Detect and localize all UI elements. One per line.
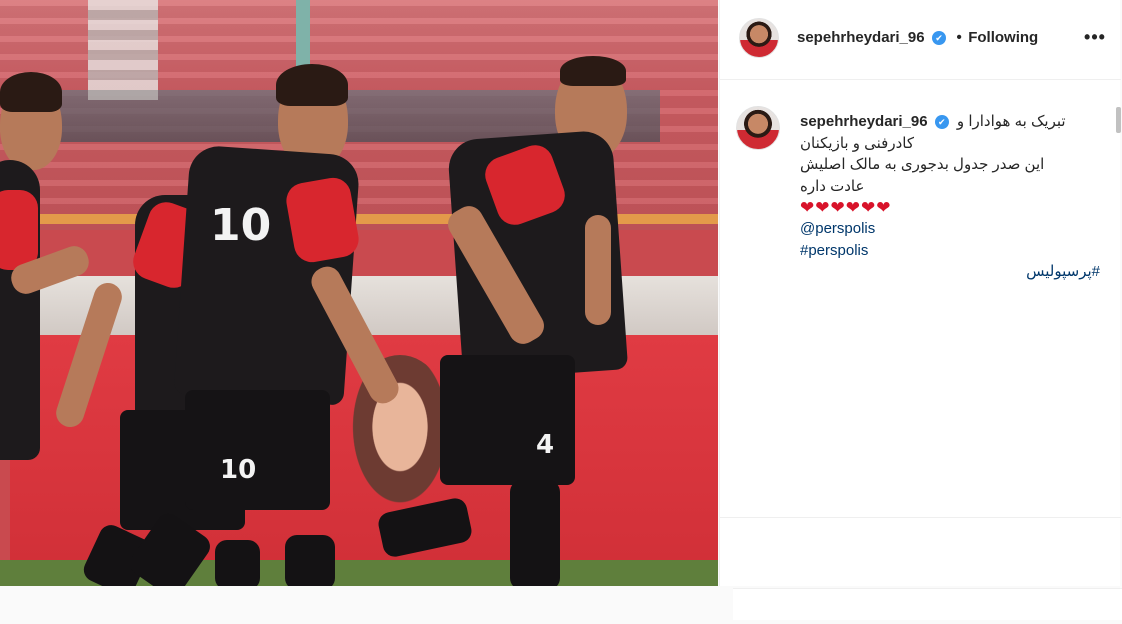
shorts-number: 10 [220,455,257,485]
caption-text-line1: تبریک به هوادارا و [956,113,1066,130]
more-options-icon[interactable]: ••• [1084,26,1106,48]
post-header: sepehrheydari_96 ✔ • Following ••• [720,0,1121,80]
stadium-stairs [88,0,158,100]
caption-verified-icon: ✔ [934,115,949,129]
stadium-pole [296,0,310,70]
hashtag-link-persian[interactable]: #پرسپولیس [800,261,1100,283]
caption-text-line2: کادرفنی و بازیکنان [800,134,914,152]
caption-text-line4: عادت داره [800,177,865,195]
comments-area[interactable]: sepehrheydari_96 ✔ تبریک به هوادارا و کا… [720,81,1121,521]
mention-link[interactable]: @perspolis [800,218,1100,240]
following-button[interactable]: Following [968,29,1038,46]
caption-first-line: sepehrheydari_96 ✔ تبریک به هوادارا و [800,111,1100,133]
comments-scrollbar[interactable] [1116,107,1121,133]
post-image[interactable]: 10 10 4 [0,0,718,586]
author-username[interactable]: sepehrheydari_96 [797,29,925,46]
hashtag-link-perspolis[interactable]: #perspolis [800,240,1100,262]
caption-username[interactable]: sepehrheydari_96 [800,113,928,130]
verified-badge-icon: ✔ [932,31,947,45]
shorts-number-4: 4 [536,430,555,460]
caption-avatar[interactable] [736,106,780,150]
header-separator: • [956,29,962,46]
header-user-row: sepehrheydari_96 ✔ • Following [797,29,1038,47]
post-caption: sepehrheydari_96 ✔ تبریک به هوادارا و کا… [800,111,1100,283]
panel-divider [720,517,1121,518]
heart-emojis: ❤❤❤❤❤❤ [800,198,892,217]
post-side-panel: sepehrheydari_96 ✔ • Following ••• sepeh… [719,0,1121,586]
shirt-number: 10 [210,200,272,251]
caption-text-line3: این صدر جدول بدجوری به مالک اصلیش [800,156,1045,173]
comment-bar-area [733,588,1122,620]
author-avatar[interactable] [739,18,779,58]
